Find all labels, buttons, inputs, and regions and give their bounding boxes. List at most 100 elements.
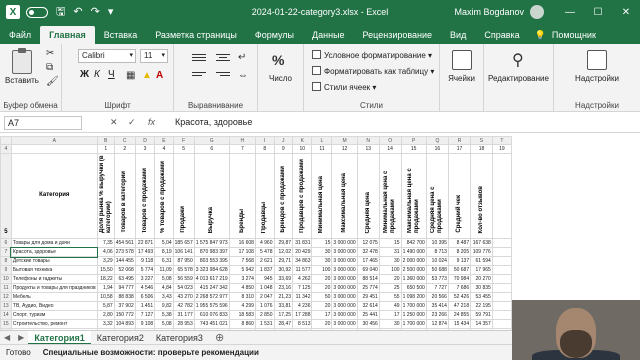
cell[interactable]: 20 566 [425,292,449,302]
cell[interactable]: 25 441 [356,310,380,320]
customize-qat-icon[interactable]: ▾ [108,5,114,19]
header-cell[interactable]: % товаров с продажами [154,153,174,239]
cell[interactable]: 20 [311,274,333,284]
tab-view[interactable]: Вид [441,26,475,44]
undo-icon[interactable]: ↶ [73,5,82,19]
cell[interactable]: 3 274 [228,274,256,284]
cell[interactable]: 15 434 [447,319,472,329]
accessibility-status[interactable]: Специальные возможности: проверьте реком… [43,348,259,357]
cell[interactable]: 2 850 [254,310,275,320]
column-header[interactable]: I [254,136,275,145]
cell[interactable]: 61 594 [470,256,493,266]
cell-table[interactable]: ABCDEFGHIJKLMNOPQRST 4 1 2 3 4 5 6 7 8 9 10 11 12 13 1… [0,136,512,342]
cell[interactable]: 8 860 [228,319,256,329]
cell[interactable]: 17 [378,310,402,320]
cell[interactable]: 4,84 [154,283,174,293]
cell[interactable]: 5 478 [254,247,275,257]
column-header[interactable]: Q [425,136,449,145]
cell[interactable]: 88 514 [356,274,380,284]
addins-button[interactable]: Надстройки [554,74,640,83]
column-number-cell[interactable]: 16 [425,144,449,154]
cell[interactable]: 5,04 [154,238,174,248]
cell[interactable]: 1 098 200 [400,292,427,302]
cell[interactable]: 33,69 [273,274,294,284]
close-button[interactable]: ✕ [612,0,640,24]
cell[interactable]: 65 578 [172,265,195,275]
row-header[interactable]: 15 [0,319,12,329]
column-number-cell[interactable]: 14 [378,144,402,154]
column-number-cell[interactable]: 8 [254,144,275,154]
minimize-button[interactable]: — [556,0,584,24]
cell[interactable]: 9 118 [134,256,156,266]
cell[interactable]: 5 774 [134,265,156,275]
column-header[interactable]: D [134,136,156,145]
cell[interactable]: 88 838 [113,292,136,302]
cell[interactable]: 6 506 [134,292,156,302]
header-cell[interactable]: Выручка [193,153,230,239]
cell[interactable]: 11 342 [292,292,313,302]
cell[interactable]: 3 000 000 [331,319,358,329]
cell[interactable]: 743 451 021 [193,319,230,329]
tab-review[interactable]: Рецензирование [354,26,442,44]
header-cell[interactable]: Максимальная цена [331,153,358,239]
tab-home[interactable]: Главная [40,26,95,44]
cell[interactable]: 18 583 [228,310,256,320]
category-cell[interactable]: ТВ, Аудио, Видео [10,301,98,311]
cell[interactable]: 3 000 000 [331,247,358,257]
cell[interactable]: 24 855 [447,310,472,320]
cell[interactable]: 7 727 [425,283,449,293]
cell[interactable]: 30 [311,247,333,257]
cell[interactable]: 55 [378,292,402,302]
name-box[interactable]: A7 [4,116,82,130]
column-header[interactable]: P [400,136,427,145]
cell[interactable]: 56 559 [172,274,195,284]
format-as-table-button[interactable]: Форматировать как таблицу ▾ [312,66,434,76]
cell[interactable]: 18,22 [96,274,115,284]
cell[interactable]: 5,38 [154,310,174,320]
header-cell[interactable]: Товаров с продажами [134,153,156,239]
cell[interactable]: 2 268 572 977 [193,292,230,302]
cell[interactable]: 30 [378,256,402,266]
cell[interactable]: 22 195 [470,301,493,311]
column-header[interactable]: O [378,136,402,145]
cell[interactable]: 1 837 [254,265,275,275]
cell[interactable]: 21,23 [273,292,294,302]
tab-page-layout[interactable]: Разметка страницы [146,26,246,44]
category-cell[interactable]: Товары для дома и дачи [10,238,98,248]
cell[interactable]: 3 000 000 [331,310,358,320]
cell[interactable]: 23 266 [425,310,449,320]
cell[interactable]: 3 000 000 [331,301,358,311]
cell[interactable]: 10 024 [425,256,449,266]
worksheet-grid[interactable]: ABCDEFGHIJKLMNOPQRST 4 1 2 3 4 5 6 7 8 9 10 11 12 13 1… [0,136,512,342]
cell[interactable]: 17 [311,310,333,320]
cell[interactable]: 3,43 [154,292,174,302]
cell[interactable]: 20 [311,319,333,329]
sheet-tab-kategoriya3[interactable]: Категория3 [150,331,209,345]
column-header[interactable]: F [172,136,195,145]
cut-icon[interactable]: ✂ [46,48,54,59]
percent-icon[interactable]: % [272,52,284,68]
header-cell[interactable]: Доля рынка % выручки (в категории) [96,153,115,239]
column-number-cell[interactable]: 13 [356,144,380,154]
cell[interactable]: 47 218 [447,301,472,311]
column-header[interactable]: H [228,136,256,145]
column-header[interactable]: T [491,136,512,145]
cell[interactable]: 1 360 000 [400,274,427,284]
category-cell[interactable]: Строительство, ремонт [10,319,98,329]
cell[interactable]: 3 000 000 [331,238,358,248]
cancel-icon[interactable]: ✕ [110,117,118,128]
tab-insert[interactable]: Вставка [95,26,146,44]
column-number-cell[interactable]: 9 [273,144,294,154]
cell[interactable]: 106 141 [172,247,195,257]
cell[interactable]: 3 000 000 [331,292,358,302]
category-cell[interactable]: Детские товары [10,256,98,266]
cell[interactable]: 31 [378,247,402,257]
cell[interactable]: 12,02 [273,247,294,257]
cell[interactable]: 610 076 833 [193,310,230,320]
cell[interactable]: 50 687 [447,265,472,275]
redo-icon[interactable]: ↷ [91,5,100,19]
cell[interactable]: 53 455 [470,292,493,302]
cell[interactable]: 31 177 [172,310,195,320]
cell[interactable] [10,144,98,154]
cell[interactable]: 8,19 [154,247,174,257]
